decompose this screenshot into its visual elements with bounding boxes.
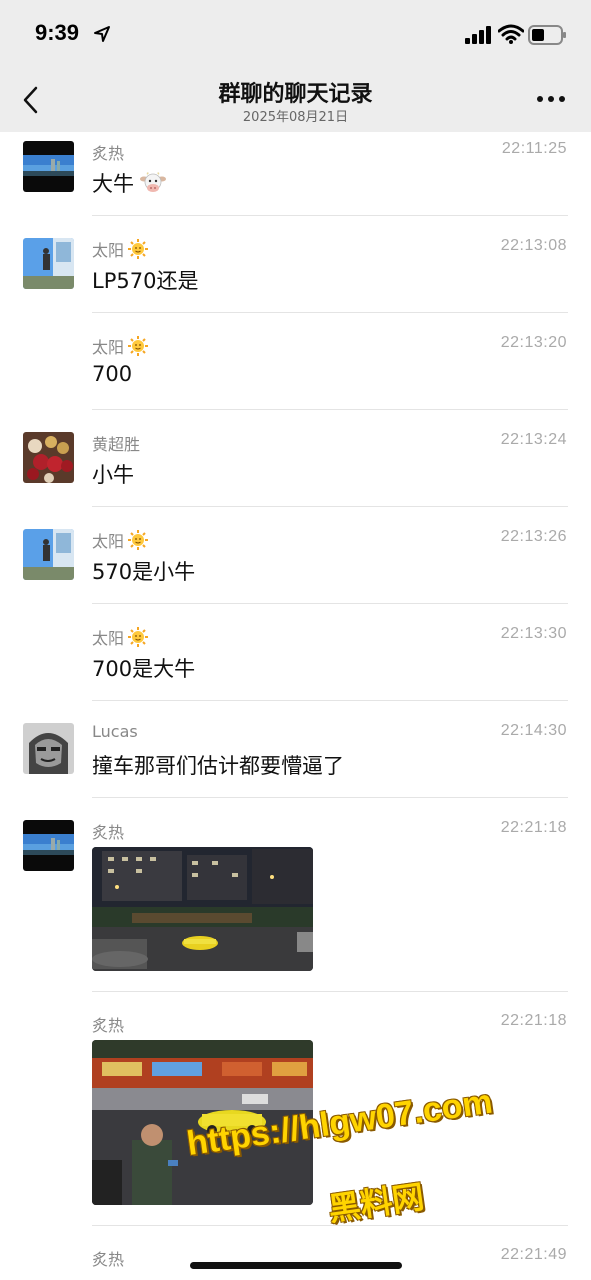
sender-name: 太阳	[92, 334, 149, 358]
home-indicator[interactable]	[190, 1262, 402, 1269]
sun-face-emoji-icon	[128, 530, 149, 550]
cow-face-emoji-icon	[140, 172, 166, 192]
status-time: 9:39	[35, 20, 80, 45]
more-options-icon[interactable]	[536, 94, 566, 104]
message-divider	[92, 409, 568, 410]
message-time: 22:13:20	[500, 334, 567, 351]
avatar[interactable]	[23, 820, 74, 871]
message-text[interactable]: 570是小牛	[92, 556, 195, 586]
page-subtitle-date: 2025年08月21日	[242, 110, 349, 125]
avatar[interactable]	[23, 238, 74, 289]
watermark-site-name: 黑料网	[326, 1177, 427, 1229]
cellular-signal-icon	[465, 26, 491, 44]
message-divider	[92, 506, 568, 507]
sender-name: 炙热	[92, 823, 125, 842]
sender-name: 黄超胜	[92, 435, 141, 454]
message-time: 22:13:26	[500, 528, 567, 545]
sun-face-emoji-icon	[128, 627, 149, 647]
message-divider	[92, 797, 568, 798]
message-text[interactable]: LP570还是	[92, 265, 198, 295]
message-divider	[92, 312, 568, 313]
location-arrow-icon	[94, 26, 110, 42]
message-divider	[92, 991, 568, 992]
message-text[interactable]: 700	[92, 362, 132, 386]
message-divider	[92, 603, 568, 604]
battery-icon	[528, 25, 566, 45]
sender-name: 炙热	[92, 1250, 125, 1269]
sender-name: 太阳	[92, 625, 149, 649]
top-bar: 9:39 群聊的聊天记录 2025年08月21日	[0, 0, 591, 132]
message-text[interactable]: 撞车那哥们估计都要懵逼了	[92, 750, 344, 780]
sender-name: 太阳	[92, 237, 149, 261]
message-time: 22:11:25	[501, 140, 567, 157]
sender-name: 炙热	[92, 144, 125, 163]
message-time: 22:13:08	[500, 237, 567, 254]
page-title: 群聊的聊天记录	[218, 82, 373, 107]
message-text[interactable]: 700是大牛	[92, 653, 195, 683]
message-text[interactable]: 大牛	[92, 168, 166, 198]
message-time: 22:21:18	[500, 819, 567, 836]
message-divider	[92, 700, 568, 701]
avatar[interactable]	[23, 141, 74, 192]
message-time: 22:13:24	[500, 431, 567, 448]
sun-face-emoji-icon	[128, 336, 149, 356]
message-photo[interactable]	[92, 847, 313, 971]
avatar[interactable]	[23, 432, 74, 483]
message-time: 22:21:18	[500, 1012, 567, 1029]
avatar[interactable]	[23, 529, 74, 580]
avatar[interactable]	[23, 723, 74, 774]
message-time: 22:21:49	[500, 1246, 567, 1263]
message-text[interactable]: 小牛	[92, 459, 134, 489]
sender-name: 炙热	[92, 1016, 125, 1035]
sender-name: 太阳	[92, 528, 149, 552]
message-divider	[92, 215, 568, 216]
sender-name: Lucas	[92, 722, 138, 741]
message-time: 22:14:30	[500, 722, 567, 739]
message-time: 22:13:30	[500, 625, 567, 642]
sun-face-emoji-icon	[128, 239, 149, 259]
wifi-icon	[498, 24, 524, 44]
